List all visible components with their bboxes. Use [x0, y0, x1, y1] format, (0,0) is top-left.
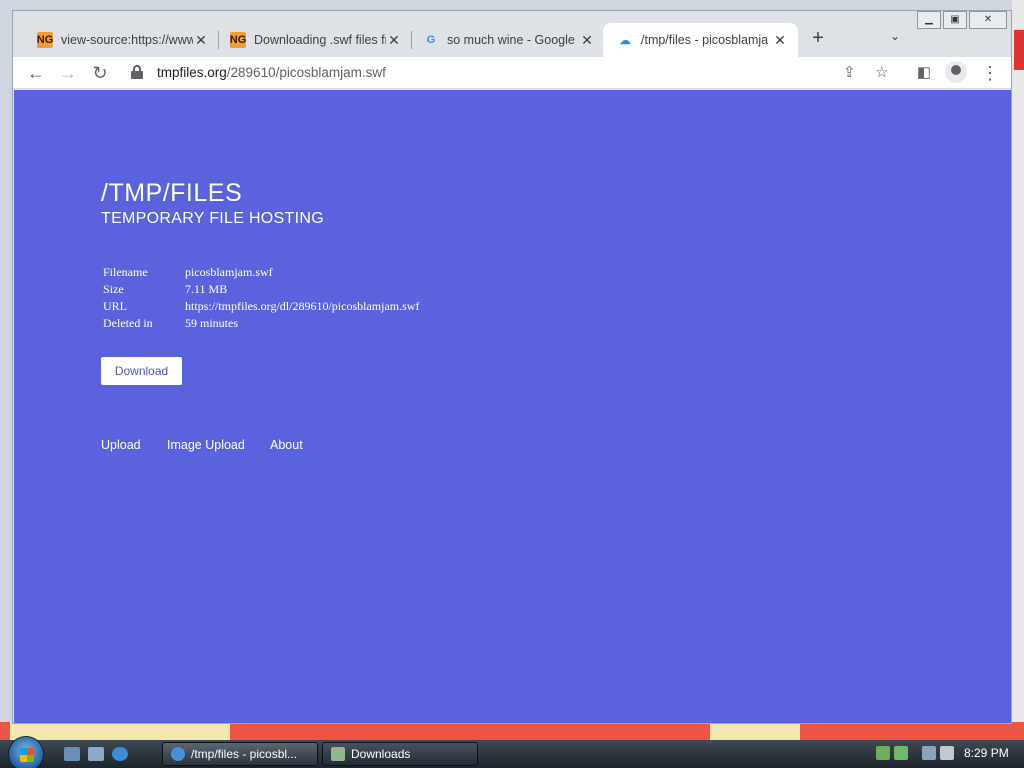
tab-title: so much wine - Google: [447, 33, 575, 47]
field-label: Filename: [103, 265, 148, 279]
window-close-icon[interactable]: ✕: [969, 11, 1007, 29]
desktop-background-right: [1012, 0, 1024, 740]
forward-arrow-icon[interactable]: →: [55, 61, 81, 85]
browser-toolbar: ← → ↻ tmpfiles.org/289610/picosblamjam.s…: [13, 57, 1011, 89]
task-label: Downloads: [351, 747, 411, 761]
page-subtitle: TEMPORARY FILE HOSTING: [101, 210, 324, 227]
network-tray-icon[interactable]: [876, 746, 890, 760]
monitor-tray-icon[interactable]: [922, 746, 936, 760]
tab-view-source[interactable]: NG view-source:https://www. ✕: [23, 23, 219, 57]
newgrounds-icon: NG: [36, 32, 54, 48]
side-panel-icon[interactable]: ◧: [911, 61, 937, 85]
table-row: Size 7.11 MB: [101, 281, 421, 298]
menu-kebab-icon[interactable]: ⋮: [977, 61, 1003, 85]
field-label: Deleted in: [103, 316, 153, 330]
lock-icon[interactable]: [131, 65, 143, 79]
file-info-table: Filename picosblamjam.swf Size 7.11 MB URL…: [101, 264, 421, 332]
page-content: /TMP/FILES TEMPORARY FILE HOSTING Filena…: [14, 90, 1011, 723]
tab-title: /tmp/files - picosblamja: [641, 33, 769, 47]
close-tab-icon[interactable]: ✕: [386, 32, 402, 49]
tab-tmpfiles[interactable]: ☁ /tmp/files - picosblamja ✕: [603, 23, 798, 57]
table-row: Deleted in 59 minutes: [101, 315, 421, 332]
nav-link-upload[interactable]: Upload: [101, 438, 141, 452]
folder-icon: [331, 747, 345, 761]
close-tab-icon[interactable]: ✕: [193, 32, 209, 49]
close-tab-icon[interactable]: ✕: [772, 32, 788, 49]
switch-windows-icon[interactable]: [88, 747, 104, 761]
internet-explorer-icon[interactable]: [112, 747, 128, 761]
volume-muted-icon[interactable]: [940, 746, 954, 760]
table-row: URL https://tmpfiles.org/dl/289610/picosb…: [101, 298, 421, 315]
desktop-background-bottom: [0, 722, 1024, 740]
tab-strip: NG view-source:https://www. ✕ NG Downloa…: [13, 11, 1011, 57]
field-value: picosblamjam.swf: [185, 265, 273, 279]
nav-link-image-upload[interactable]: Image Upload: [167, 438, 245, 452]
back-arrow-icon[interactable]: ←: [23, 61, 49, 85]
chrome-icon: [171, 747, 185, 761]
taskbar-item-downloads[interactable]: Downloads: [322, 742, 478, 766]
restore-icon[interactable]: ▣: [943, 11, 967, 29]
task-label: /tmp/files - picosbl...: [191, 747, 298, 761]
close-tab-icon[interactable]: ✕: [579, 32, 595, 49]
bookmark-star-icon[interactable]: ☆: [875, 63, 888, 81]
address-bar[interactable]: tmpfiles.org/289610/picosblamjam.swf ⇪ ☆: [123, 59, 893, 87]
share-icon[interactable]: ⇪: [843, 63, 856, 81]
taskbar-item-browser[interactable]: /tmp/files - picosbl...: [162, 742, 318, 766]
start-button[interactable]: [8, 736, 44, 768]
upload-cloud-icon: ☁: [619, 34, 631, 47]
tab-title: view-source:https://www.: [61, 33, 193, 47]
url-text[interactable]: tmpfiles.org/289610/picosblamjam.swf: [157, 65, 386, 80]
taskbar: /tmp/files - picosbl... Downloads 8:29 P…: [0, 736, 1024, 768]
nav-link-about[interactable]: About: [270, 438, 303, 452]
tab-search-chevron-icon[interactable]: ⌄: [885, 29, 905, 43]
newgrounds-icon: NG: [229, 32, 247, 48]
field-label: Size: [103, 282, 124, 296]
minimize-icon[interactable]: ▁: [917, 11, 941, 29]
google-icon: G: [426, 34, 436, 46]
show-desktop-icon[interactable]: [64, 747, 80, 761]
profile-avatar-icon[interactable]: [945, 61, 967, 83]
table-row: Filename picosblamjam.swf: [101, 264, 421, 281]
browser-window: NG view-source:https://www. ✕ NG Downloa…: [12, 10, 1012, 724]
field-label: URL: [103, 299, 127, 313]
page-title: /TMP/FILES: [101, 179, 243, 207]
field-value: 7.11 MB: [185, 282, 228, 296]
taskbar-clock[interactable]: 8:29 PM: [964, 746, 1009, 760]
field-value: https://tmpfiles.org/dl/289610/picosblam…: [185, 299, 420, 313]
tab-downloading-swf[interactable]: NG Downloading .swf files fr ✕: [216, 23, 412, 57]
new-tab-icon[interactable]: +: [806, 27, 830, 51]
tab-google-search[interactable]: G so much wine - Google ✕: [409, 23, 605, 57]
security-tray-icon[interactable]: [894, 746, 908, 760]
download-button[interactable]: Download: [101, 357, 182, 385]
tab-title: Downloading .swf files fr: [254, 33, 386, 47]
field-value: 59 minutes: [185, 316, 238, 330]
reload-icon[interactable]: ↻: [87, 61, 113, 85]
